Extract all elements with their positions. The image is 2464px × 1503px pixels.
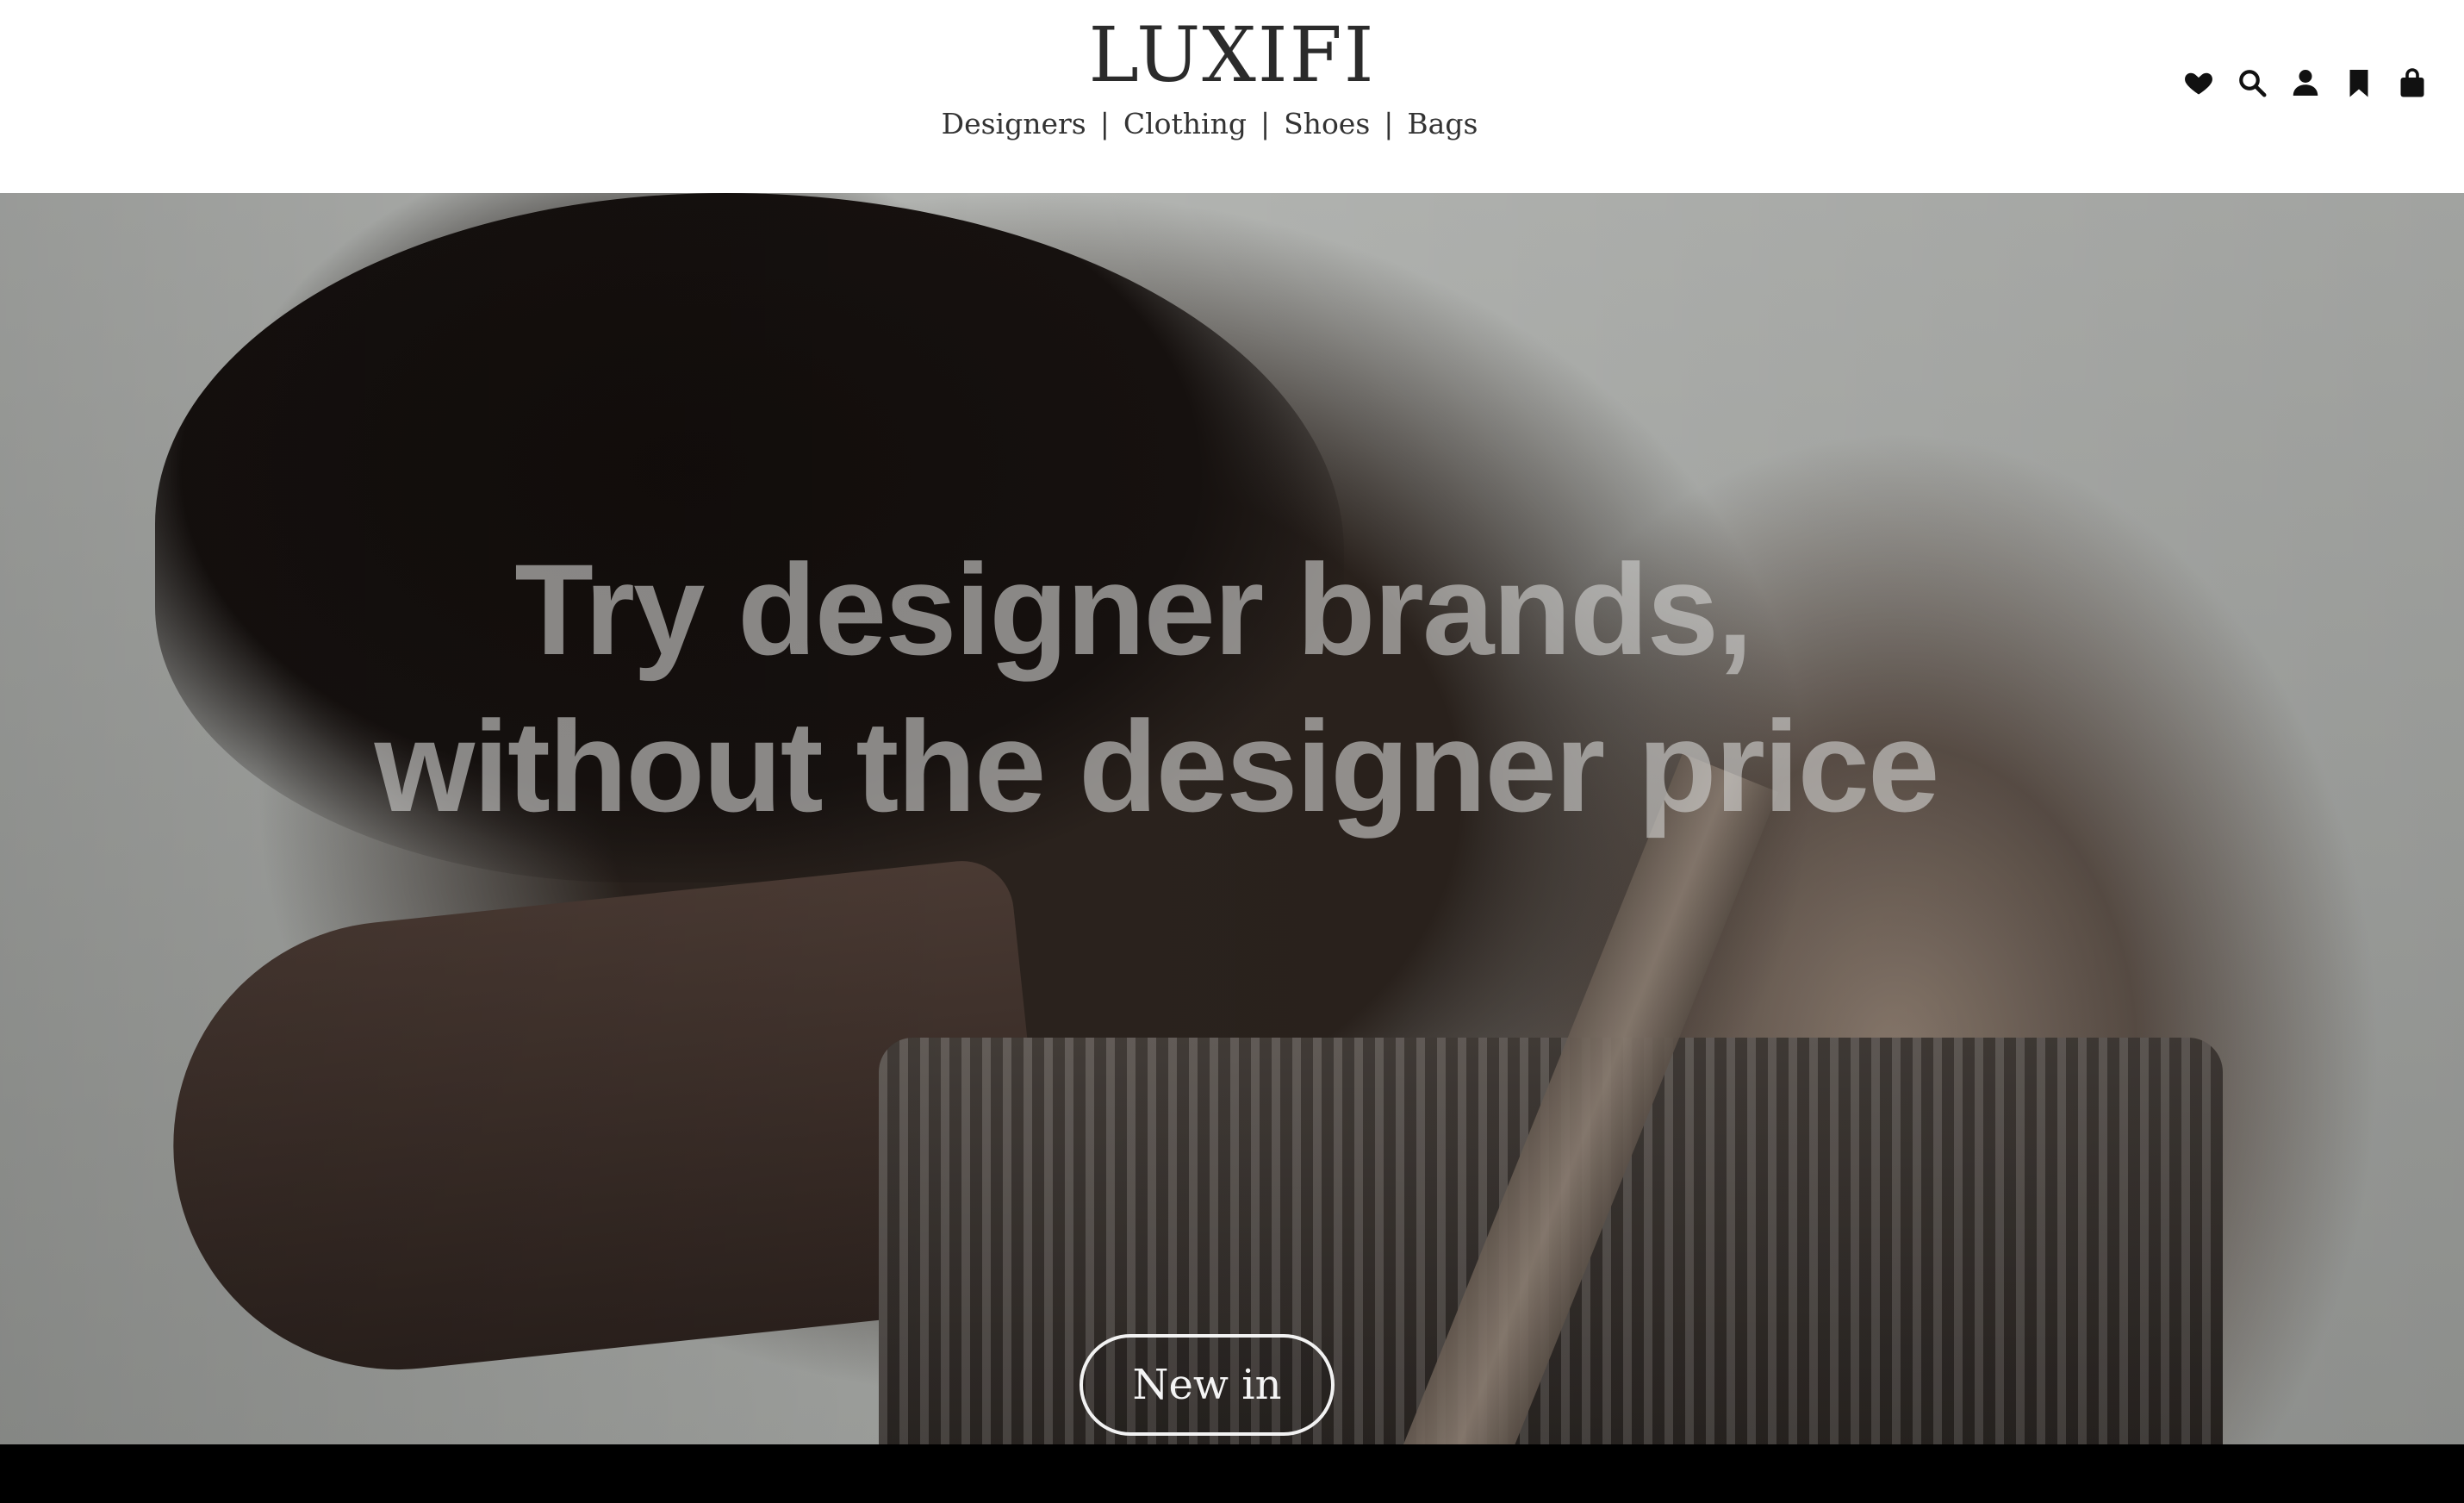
- bag-icon[interactable]: [2395, 65, 2430, 100]
- new-in-button[interactable]: New in: [1080, 1334, 1335, 1436]
- nav-item-shoes[interactable]: Shoes: [1279, 107, 1375, 140]
- nav-separator: |: [1384, 107, 1394, 140]
- nav-separator: |: [1260, 107, 1271, 140]
- main-nav: Designers | Clothing | Shoes | Bags: [0, 107, 2419, 140]
- hero-headline: Try designer brands, without the designe…: [0, 531, 2464, 845]
- bookmark-icon[interactable]: [2342, 65, 2376, 100]
- nav-item-bags[interactable]: Bags: [1402, 107, 1483, 140]
- search-icon[interactable]: [2235, 65, 2269, 100]
- nav-item-clothing[interactable]: Clothing: [1118, 107, 1252, 140]
- bottom-bar: [0, 1444, 2464, 1503]
- brand-logo[interactable]: LUXIFI: [0, 7, 2464, 103]
- nav-separator: |: [1099, 107, 1110, 140]
- hero-headline-line1: Try designer brands,: [514, 537, 1752, 682]
- site-header: LUXIFI Designers | Clothing | Shoes | Ba…: [0, 0, 2464, 193]
- header-icons: [2181, 62, 2430, 103]
- user-icon[interactable]: [2288, 65, 2323, 100]
- hero-headline-line2: without the designer price: [374, 694, 1940, 839]
- heart-icon[interactable]: [2181, 65, 2216, 100]
- nav-item-designers[interactable]: Designers: [936, 107, 1092, 140]
